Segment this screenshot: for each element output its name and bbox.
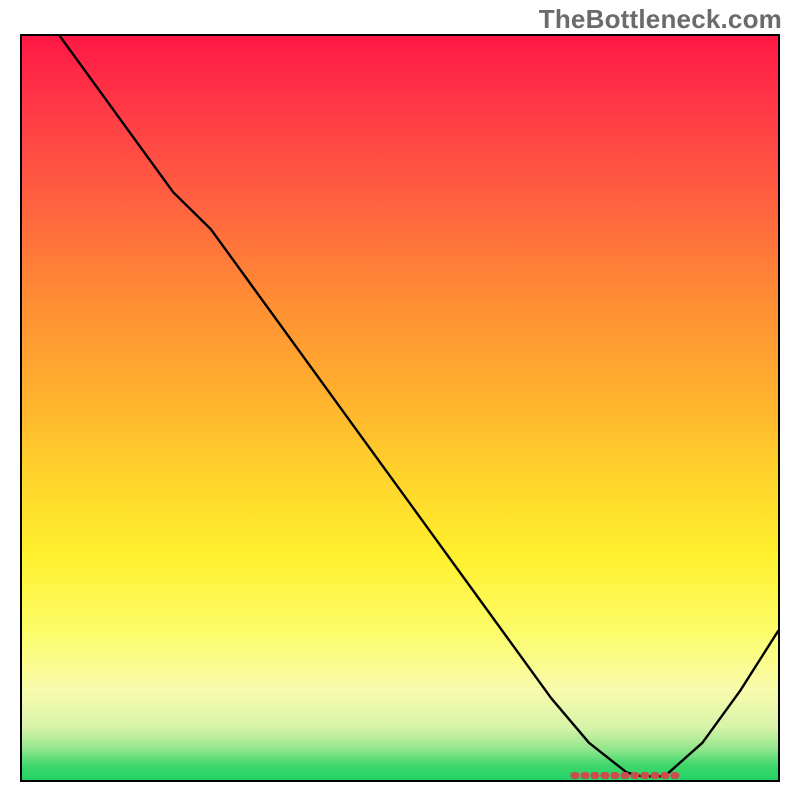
plot-area	[20, 34, 780, 782]
chart-svg	[22, 36, 778, 780]
chart-container: TheBottleneck.com	[0, 0, 800, 800]
watermark-text: TheBottleneck.com	[539, 4, 782, 35]
y-axis-margin	[0, 34, 20, 782]
x-axis-margin	[20, 784, 780, 800]
bottleneck-curve	[60, 36, 778, 776]
